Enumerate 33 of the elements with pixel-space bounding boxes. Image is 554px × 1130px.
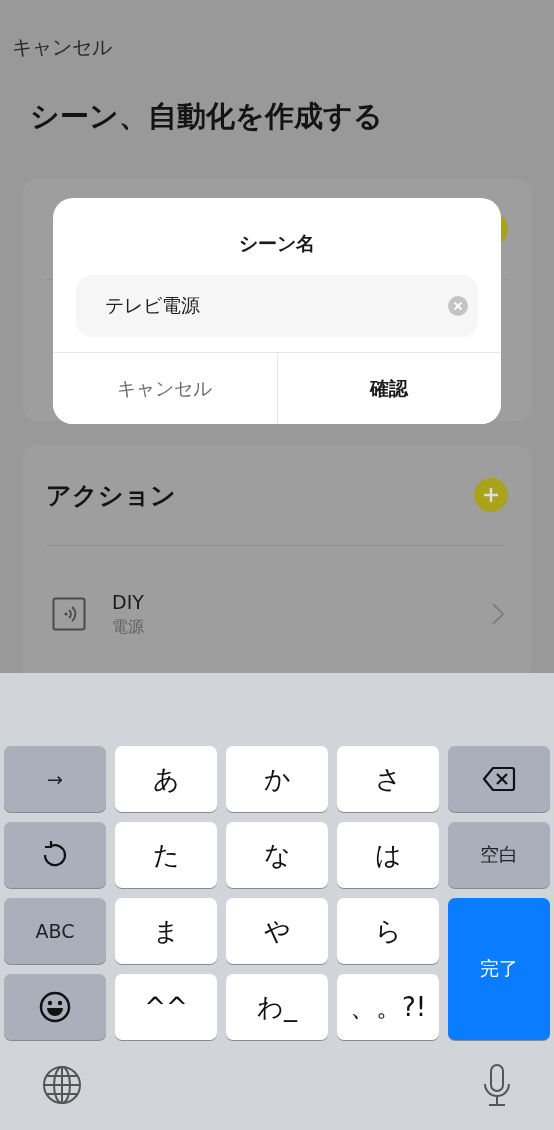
backspace-key[interactable] (448, 746, 550, 812)
action-detail: 電源 (112, 616, 145, 638)
kana-key[interactable]: あ (115, 746, 217, 812)
kana-key[interactable]: ら (337, 898, 439, 964)
cancel-link[interactable]: キャンセル (12, 34, 112, 61)
microphone-icon[interactable] (482, 1064, 512, 1106)
emoji-key[interactable] (4, 974, 106, 1040)
kana-key[interactable]: 、。?! (337, 974, 439, 1040)
function-key[interactable]: ABC (4, 898, 106, 964)
backspace-icon (482, 765, 516, 793)
page-title: シーン、自動化を作成する (30, 98, 384, 135)
kana-key[interactable]: な (226, 822, 328, 888)
kana-key[interactable]: は (337, 822, 439, 888)
kana-key[interactable]: か (226, 746, 328, 812)
confirm-button[interactable]: 確認 (276, 353, 501, 424)
remote-icon (52, 597, 86, 631)
section-title: アクション (46, 479, 176, 512)
function-key[interactable]: → (4, 746, 106, 812)
function-key[interactable]: 空白 (448, 822, 550, 888)
kana-key[interactable]: ま (115, 898, 217, 964)
dialog-title: シーン名 (239, 231, 315, 256)
emoji-icon (39, 991, 71, 1023)
kana-key[interactable]: わ_ (226, 974, 328, 1040)
action-name: DIY (112, 590, 145, 613)
kana-key[interactable]: た (115, 822, 217, 888)
chevron-icon (492, 603, 504, 625)
kana-key[interactable]: や (226, 898, 328, 964)
globe-icon[interactable] (42, 1065, 82, 1105)
kana-key[interactable]: ^^ (115, 974, 217, 1040)
done-key[interactable]: 完了 (448, 898, 550, 1040)
name-field[interactable]: テレビ電源 (76, 275, 478, 337)
undo-key[interactable] (4, 822, 106, 888)
kana-key[interactable]: さ (337, 746, 439, 812)
